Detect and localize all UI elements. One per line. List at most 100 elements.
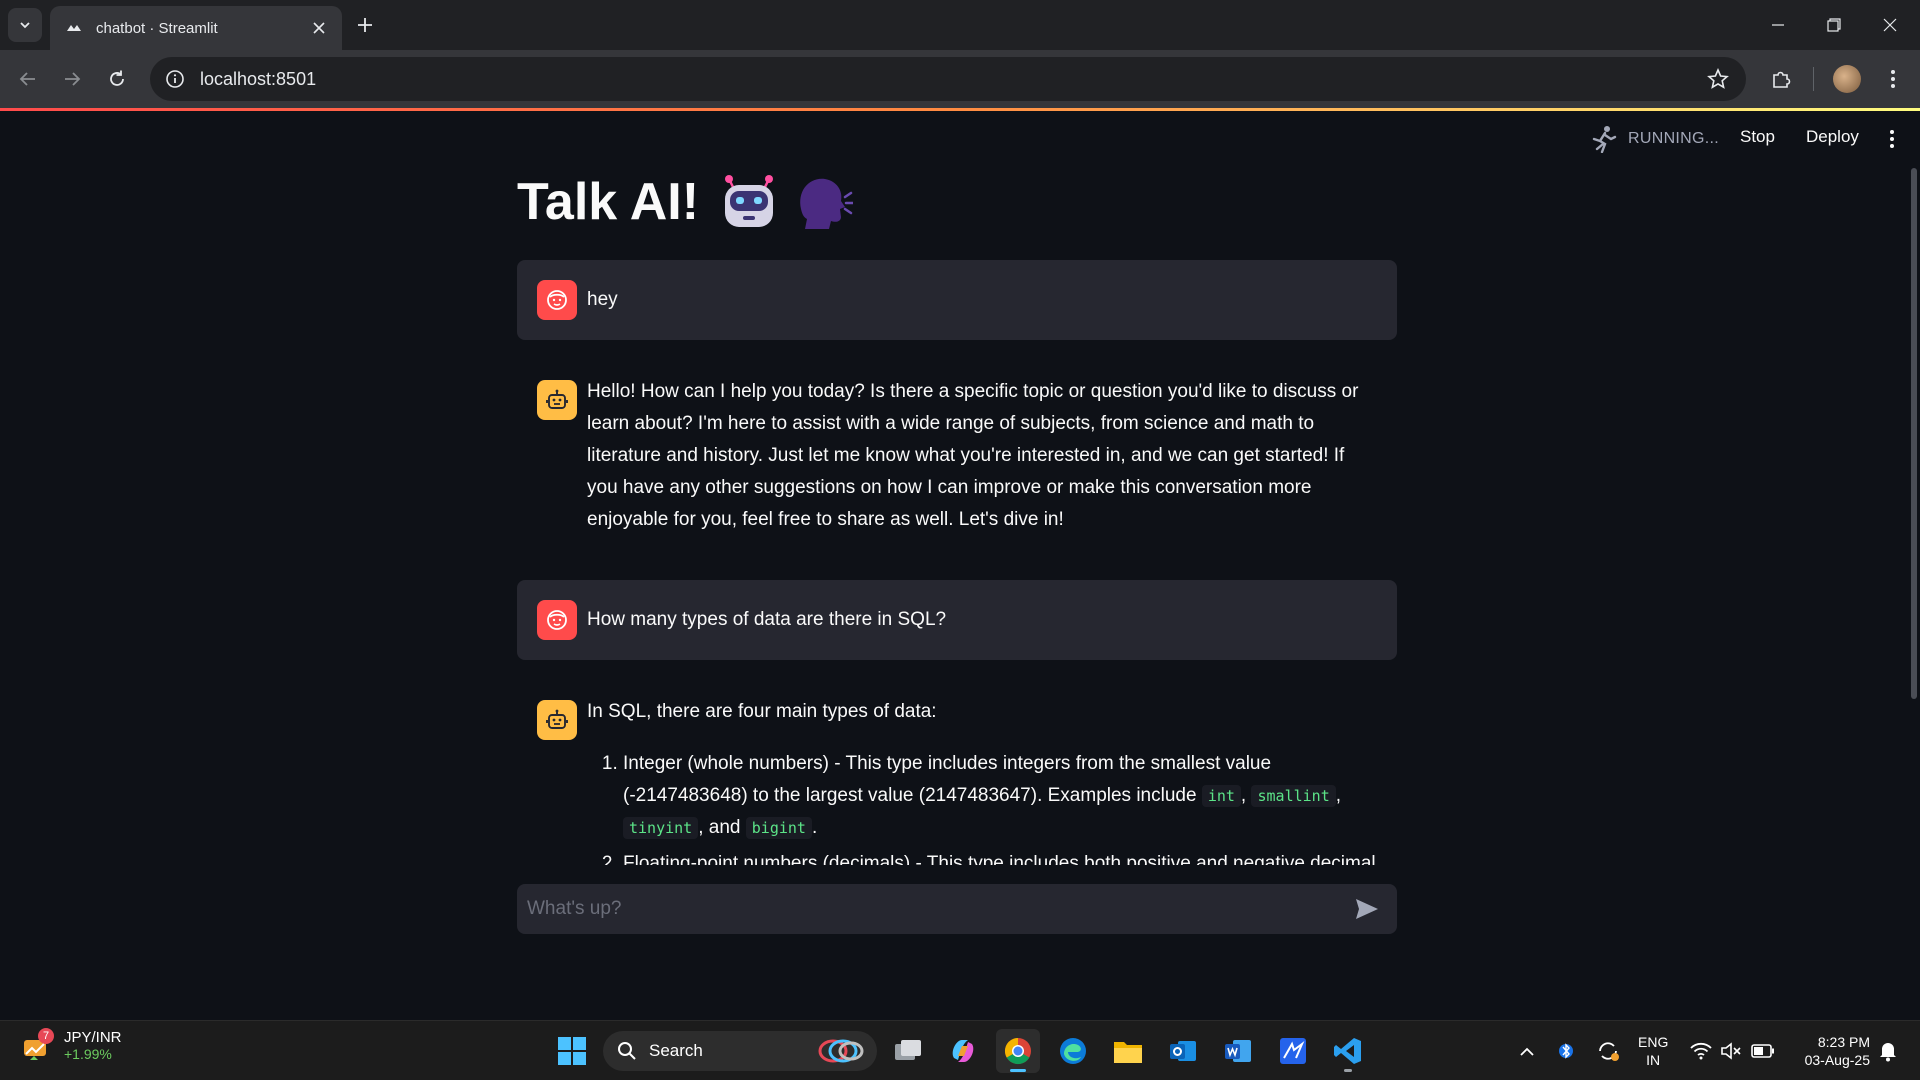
data-types-list: Integer (whole numbers) - This type incl…	[587, 748, 1377, 865]
powerautomate-button[interactable]	[1271, 1029, 1315, 1073]
windows-taskbar: 7 JPY/INR +1.99% Search ENG IN 8:23 PM 0…	[0, 1020, 1920, 1080]
restore-button[interactable]	[1806, 0, 1862, 50]
word-icon	[1225, 1040, 1251, 1062]
browser-tab-active[interactable]: chatbot · Streamlit	[50, 6, 342, 50]
code-smallint: smallint	[1251, 785, 1336, 807]
page-title: Talk AI!	[517, 172, 854, 232]
new-tab-button[interactable]	[352, 12, 378, 38]
widget-change: +1.99%	[64, 1046, 112, 1062]
chrome-taskbar-button[interactable]	[996, 1029, 1040, 1073]
windows-logo-icon	[558, 1037, 586, 1065]
browser-toolbar: localhost:8501	[0, 50, 1920, 108]
widget-title: JPY/INR	[64, 1029, 122, 1046]
clock-time: 8:23 PM	[1817, 1034, 1870, 1050]
tray-overflow-button[interactable]	[1515, 1037, 1539, 1065]
list-item-text: Floating-point numbers (decimals) - This…	[623, 853, 1376, 865]
chat-input-box	[517, 884, 1397, 934]
message-text: hey	[587, 289, 618, 310]
chevron-up-icon	[1520, 1047, 1534, 1056]
separator-text: .	[811, 817, 818, 838]
notifications-button[interactable]	[1876, 1037, 1900, 1065]
running-man-icon	[1590, 125, 1618, 153]
address-bar[interactable]: localhost:8501	[150, 57, 1746, 101]
arrow-right-icon	[65, 72, 81, 86]
message-body: In SQL, there are four main types of dat…	[587, 696, 1377, 865]
close-icon	[1883, 18, 1897, 32]
close-tab-icon[interactable]	[308, 17, 330, 39]
tab-search-button[interactable]	[8, 8, 42, 42]
folder-icon	[1114, 1042, 1142, 1063]
separator-text: ,	[1240, 785, 1247, 806]
start-button[interactable]	[550, 1029, 594, 1073]
send-button[interactable]	[1351, 893, 1383, 925]
outlook-icon	[1170, 1041, 1196, 1061]
chat-message-user: hey	[517, 260, 1397, 340]
clock[interactable]: 8:23 PM 03-Aug-25	[1790, 1033, 1870, 1069]
site-info-icon[interactable]	[164, 68, 186, 90]
battery-icon[interactable]	[1749, 1037, 1777, 1065]
copilot-icon	[952, 1040, 974, 1062]
app-menu-button[interactable]	[1882, 127, 1902, 151]
chat-message-user: How many types of data are there in SQL?	[517, 580, 1397, 660]
outlook-button[interactable]	[1161, 1029, 1205, 1073]
back-button[interactable]	[12, 63, 44, 95]
deploy-button[interactable]: Deploy	[1806, 127, 1859, 147]
browser-menu-button[interactable]	[1877, 63, 1909, 95]
toolbar-divider	[1813, 67, 1814, 91]
chat-message-assistant: In SQL, there are four main types of dat…	[517, 700, 1397, 865]
puzzle-icon	[1773, 71, 1791, 88]
search-highlight-icon	[818, 1039, 864, 1063]
file-explorer-button[interactable]	[1106, 1029, 1150, 1073]
notification-badge: 7	[38, 1027, 54, 1044]
bell-icon	[1880, 1043, 1896, 1062]
browser-tabstrip: chatbot · Streamlit	[0, 0, 1920, 50]
message-text: How many types of data are there in SQL?	[587, 609, 947, 630]
running-status-text: RUNNING...	[1628, 130, 1719, 147]
separator-text: , and	[698, 817, 741, 838]
code-bigint: bigint	[745, 817, 812, 839]
volume-muted-icon[interactable]	[1718, 1037, 1744, 1065]
edge-taskbar-button[interactable]	[1051, 1029, 1095, 1073]
bookmark-star-icon[interactable]	[1706, 67, 1730, 91]
minimize-icon	[1772, 24, 1784, 26]
bluetooth-tray-icon[interactable]	[1554, 1037, 1578, 1065]
page-scrollbar[interactable]	[1911, 168, 1917, 699]
copilot-button[interactable]	[941, 1029, 985, 1073]
reload-button[interactable]	[101, 63, 133, 95]
chevron-down-icon	[20, 22, 30, 29]
active-indicator	[1010, 1069, 1026, 1072]
word-button[interactable]	[1216, 1029, 1260, 1073]
message-text: In SQL, there are four main types of dat…	[587, 701, 937, 722]
list-item: Integer (whole numbers) - This type incl…	[623, 748, 1377, 844]
reload-icon	[110, 70, 124, 86]
profile-button[interactable]	[1831, 63, 1863, 95]
user-avatar-icon	[537, 280, 577, 320]
list-item: Floating-point numbers (decimals) - This…	[623, 848, 1377, 865]
app-icon	[1280, 1038, 1306, 1064]
chat-messages[interactable]: hey Hello! How can I help you today? Is …	[517, 260, 1397, 865]
extensions-button[interactable]	[1765, 63, 1797, 95]
vscode-button[interactable]	[1326, 1029, 1370, 1073]
weather-widget[interactable]: 7 JPY/INR +1.99%	[22, 1027, 122, 1062]
taskbar-search[interactable]: Search	[603, 1031, 877, 1071]
user-avatar-icon	[537, 600, 577, 640]
code-int: int	[1201, 785, 1241, 807]
wifi-icon[interactable]	[1688, 1037, 1714, 1065]
kebab-menu-icon	[1891, 70, 1895, 88]
running-status: RUNNING...	[1590, 125, 1719, 153]
search-icon	[618, 1042, 636, 1060]
task-view-button[interactable]	[886, 1029, 930, 1073]
code-tinyint: tinyint	[623, 817, 699, 839]
forward-button[interactable]	[56, 63, 88, 95]
chat-input[interactable]	[527, 898, 1351, 920]
stop-button[interactable]: Stop	[1740, 127, 1775, 147]
sync-tray-icon[interactable]	[1594, 1037, 1622, 1065]
chrome-icon	[1004, 1037, 1031, 1065]
running-indicator	[1344, 1069, 1352, 1072]
chat-message-assistant: Hello! How can I help you today? Is ther…	[517, 380, 1397, 536]
assistant-avatar-icon	[537, 700, 577, 740]
page-title-text: Talk AI!	[517, 173, 700, 231]
close-window-button[interactable]	[1862, 0, 1918, 50]
minimize-button[interactable]	[1750, 0, 1806, 50]
language-indicator[interactable]: ENG IN	[1638, 1033, 1668, 1069]
